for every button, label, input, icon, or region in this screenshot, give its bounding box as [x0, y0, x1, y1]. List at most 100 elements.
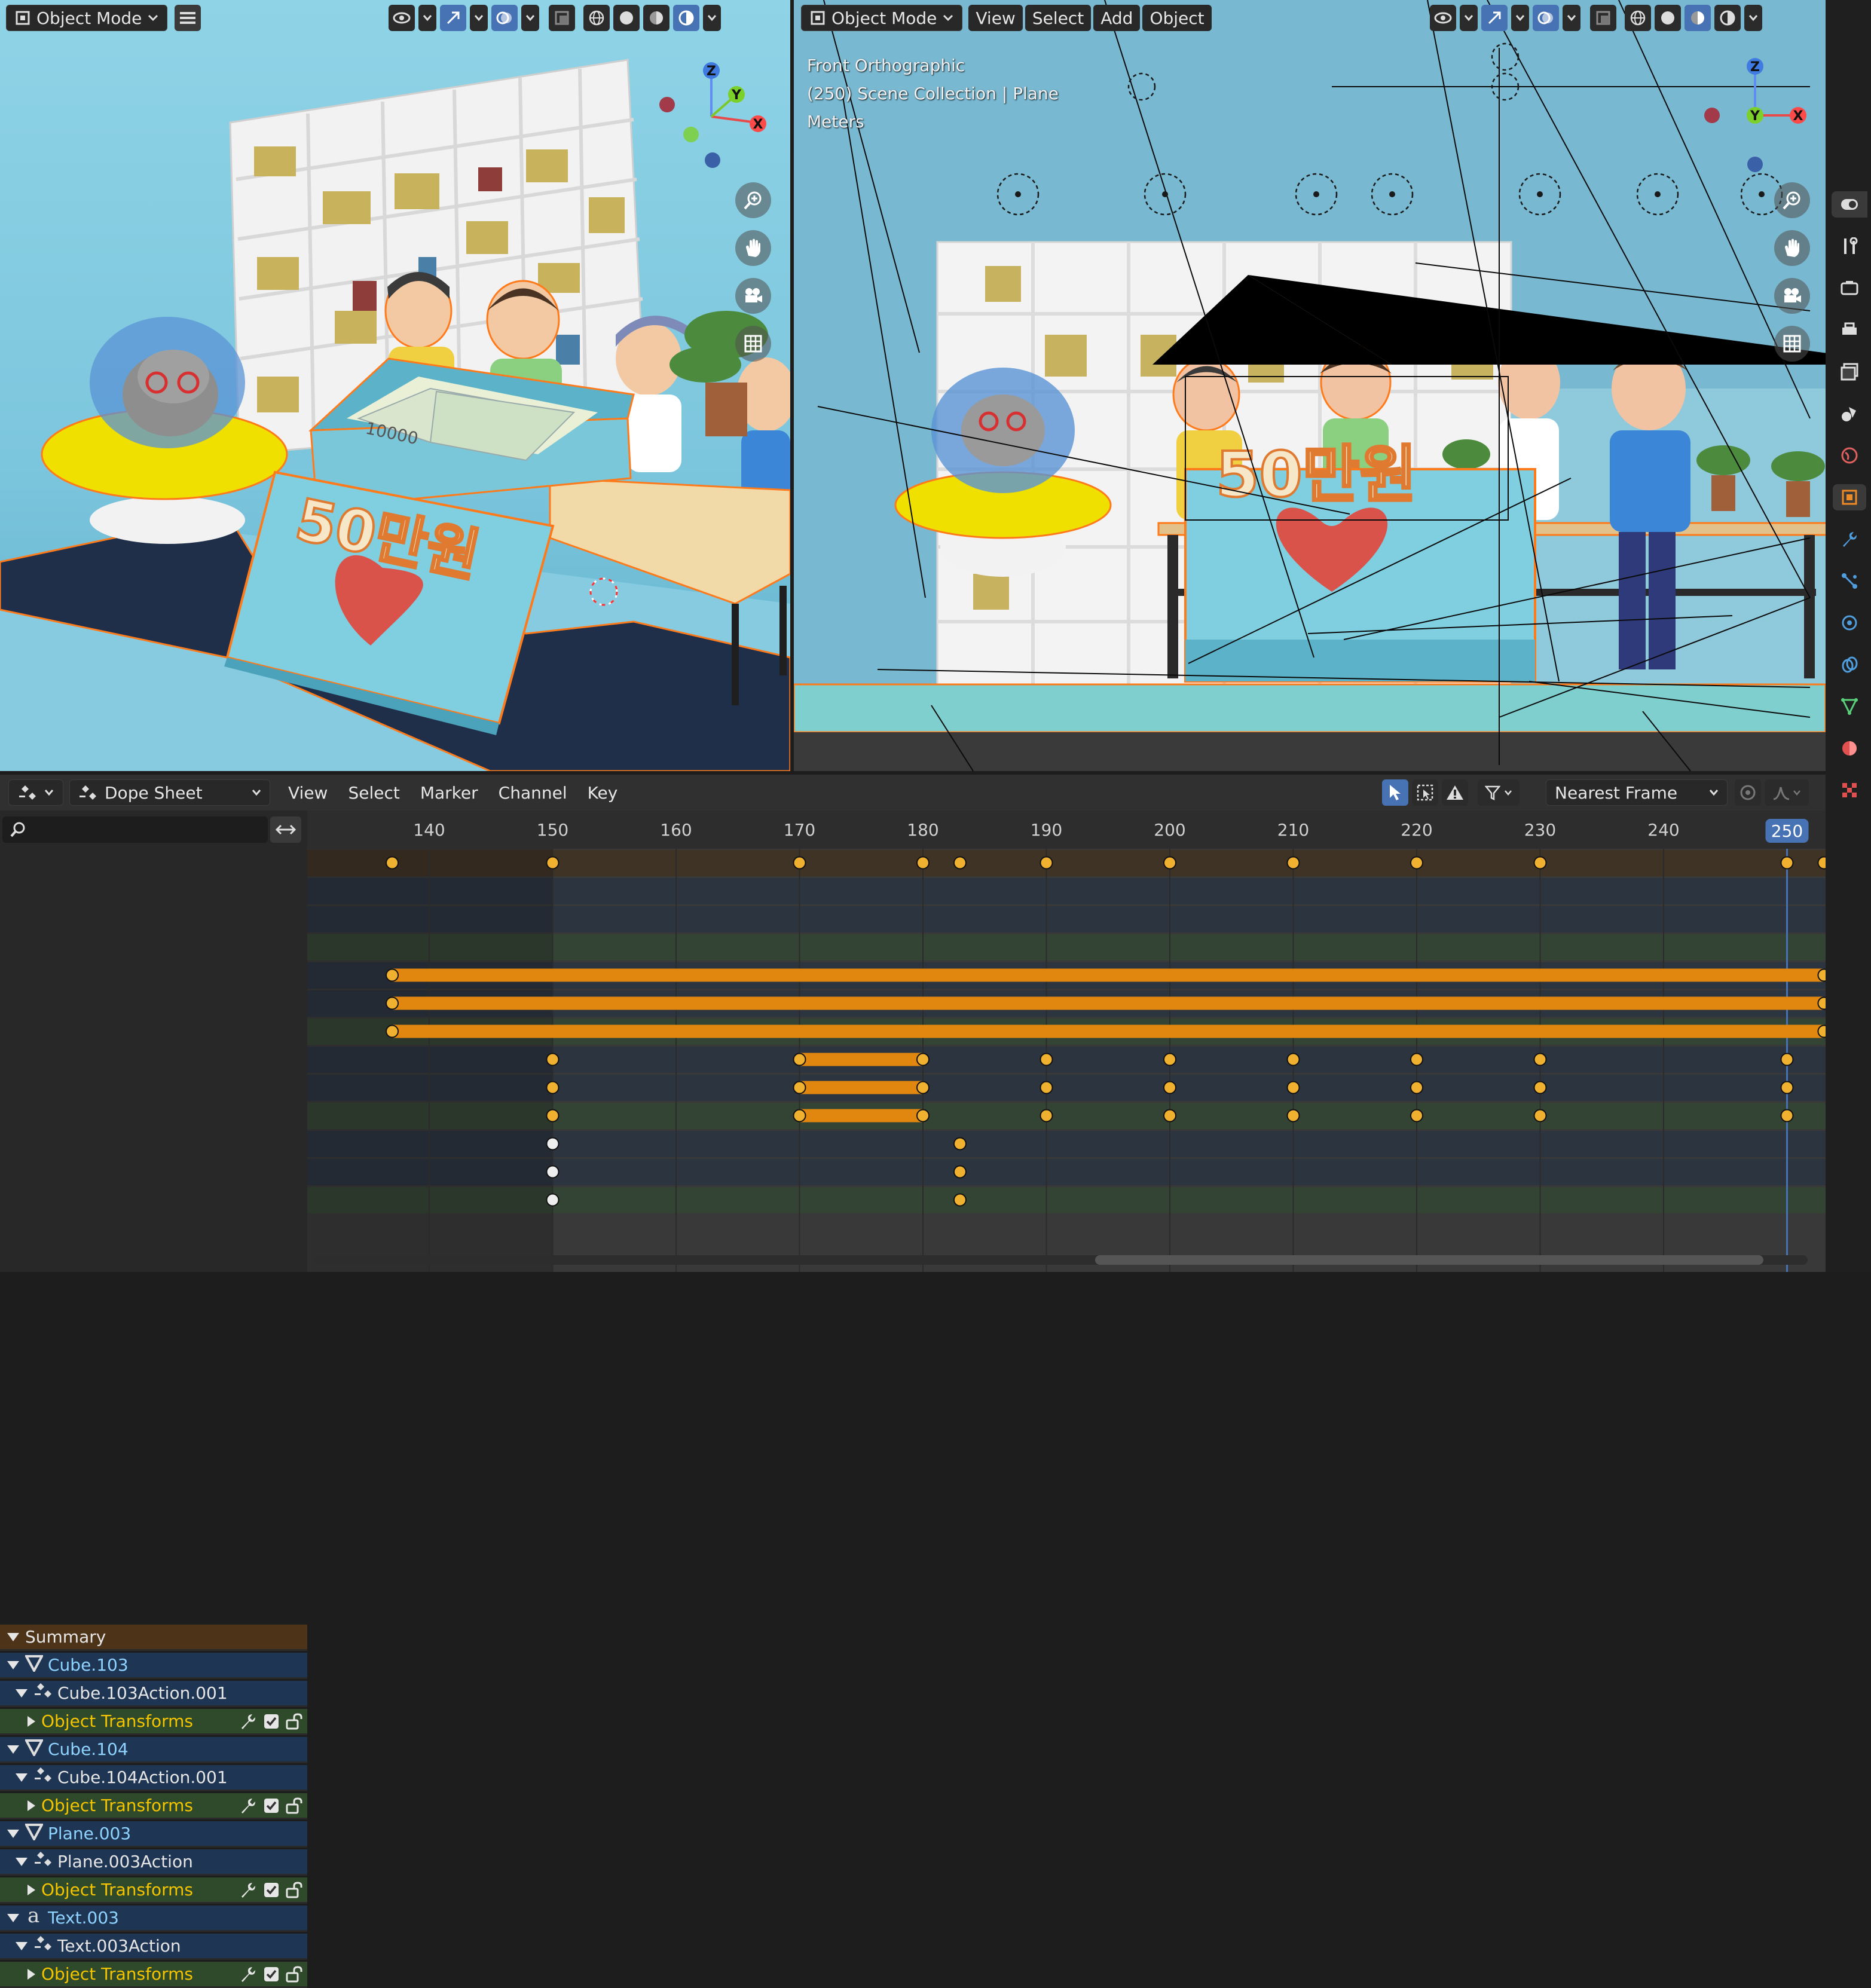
checkbox-icon[interactable]: [263, 1966, 280, 1983]
keyframe[interactable]: [1286, 1109, 1300, 1123]
checkbox-icon[interactable]: [263, 1713, 280, 1730]
pan-button[interactable]: [735, 230, 771, 266]
zoom-button[interactable]: [735, 182, 771, 218]
channel-row-object[interactable]: a Text.003: [0, 1904, 307, 1932]
visibility-dropdown[interactable]: [1460, 5, 1478, 31]
overlays-toggle[interactable]: [1533, 5, 1559, 31]
wrench-icon[interactable]: [239, 1797, 257, 1815]
camera-view-button[interactable]: [735, 278, 771, 314]
keyframe[interactable]: [1780, 1109, 1794, 1123]
collapse-arrow-icon[interactable]: [7, 1745, 19, 1754]
keyframe[interactable]: [1286, 856, 1300, 870]
falloff-dropdown[interactable]: [1765, 779, 1809, 806]
texture-tab[interactable]: [1836, 777, 1863, 803]
keyframe[interactable]: [1780, 1081, 1794, 1094]
navigation-gizmo[interactable]: Z X Y: [646, 54, 777, 173]
output-tab[interactable]: [1836, 317, 1863, 343]
keyframe[interactable]: [546, 1081, 560, 1094]
channel-row-action[interactable]: Cube.104Action.001: [0, 1765, 307, 1791]
menu-view[interactable]: View: [968, 5, 1023, 31]
wrench-icon[interactable]: [239, 1881, 257, 1899]
collapse-arrow-icon[interactable]: [7, 1660, 19, 1669]
ds-menu-key[interactable]: Key: [580, 783, 625, 803]
unlock-icon[interactable]: [286, 1797, 304, 1814]
keyframe[interactable]: [916, 1053, 930, 1066]
keyframe[interactable]: [1533, 1109, 1547, 1123]
editor-type-dropdown[interactable]: [8, 779, 63, 806]
channel-row-group[interactable]: Object Transforms: [0, 1793, 307, 1819]
xray-toggle[interactable]: [1590, 5, 1616, 31]
visibility-toggle[interactable]: [1430, 5, 1456, 31]
physics-tab[interactable]: [1836, 610, 1863, 636]
keyframe[interactable]: [793, 1053, 806, 1066]
keyframe[interactable]: [546, 1193, 560, 1207]
keyframe[interactable]: [546, 1053, 560, 1066]
channel-row-object[interactable]: Plane.003: [0, 1821, 307, 1848]
keyframe[interactable]: [793, 856, 806, 870]
expand-arrow-icon[interactable]: [27, 1800, 35, 1811]
wrench-icon[interactable]: [239, 1965, 257, 1983]
keyframe[interactable]: [916, 856, 930, 870]
keyframe[interactable]: [546, 1137, 560, 1151]
keyframe[interactable]: [1163, 1081, 1176, 1094]
ds-menu-channel[interactable]: Channel: [491, 783, 574, 803]
shading-material-button[interactable]: [1684, 5, 1711, 31]
keyframe[interactable]: [386, 996, 399, 1010]
ortho-toggle-button[interactable]: [1774, 326, 1810, 362]
shading-rendered-button[interactable]: [1714, 5, 1741, 31]
channel-row-object[interactable]: Cube.103: [0, 1653, 307, 1679]
checkbox-icon[interactable]: [263, 1797, 280, 1814]
gizmo-dropdown[interactable]: [1511, 5, 1529, 31]
keyframe[interactable]: [546, 1109, 560, 1123]
keyframe[interactable]: [793, 1081, 806, 1094]
keyframe[interactable]: [546, 1165, 560, 1179]
shading-material-button[interactable]: [643, 5, 669, 31]
keyframe[interactable]: [953, 1193, 967, 1207]
object-mode-dropdown[interactable]: Object Mode: [6, 5, 168, 31]
right-viewport[interactable]: 50만원 Object Mode View Select Add Object …: [794, 0, 1826, 771]
menu-object[interactable]: Object: [1142, 5, 1212, 31]
keyframe[interactable]: [1040, 1081, 1053, 1094]
keyframe[interactable]: [1410, 1109, 1423, 1123]
keyframe[interactable]: [1163, 856, 1176, 870]
channel-row-group[interactable]: Object Transforms: [0, 1962, 307, 1988]
keyframe[interactable]: [1817, 968, 1826, 982]
zoom-button[interactable]: [1774, 182, 1810, 218]
navigation-gizmo-right[interactable]: Z X Y: [1679, 51, 1822, 182]
overlays-dropdown[interactable]: [1563, 5, 1580, 31]
only-selected-toggle[interactable]: [1382, 779, 1408, 806]
modifier-tab[interactable]: [1836, 526, 1863, 552]
keyframe[interactable]: [1780, 856, 1794, 870]
checkbox-icon[interactable]: [263, 1882, 280, 1898]
left-viewport[interactable]: 10000 50만원 Object Mode Z X Y: [0, 0, 790, 771]
gizmo-dropdown[interactable]: [470, 5, 488, 31]
overlays-dropdown[interactable]: [521, 5, 539, 31]
only-errors-toggle[interactable]: [1442, 779, 1468, 806]
scene-tab[interactable]: [1836, 400, 1863, 427]
pan-button[interactable]: [1774, 230, 1810, 266]
shading-dropdown[interactable]: [1744, 5, 1762, 31]
dopesheet-editor[interactable]: Dope Sheet View Select Marker Channel Ke…: [0, 775, 1826, 1988]
unlock-icon[interactable]: [286, 1712, 304, 1730]
keyframe[interactable]: [916, 1081, 930, 1094]
keyframe[interactable]: [1040, 1109, 1053, 1123]
particles-tab[interactable]: [1836, 568, 1863, 594]
hold-bar[interactable]: [799, 1053, 924, 1066]
channel-row-action[interactable]: Text.003Action: [0, 1934, 307, 1960]
keyframe[interactable]: [953, 1165, 967, 1179]
keyframe[interactable]: [1410, 856, 1423, 870]
keyframe[interactable]: [386, 1024, 399, 1038]
keyframe[interactable]: [1286, 1081, 1300, 1094]
keyframe[interactable]: [1410, 1053, 1423, 1066]
keyframe[interactable]: [1040, 856, 1053, 870]
expand-arrow-icon[interactable]: [27, 1715, 35, 1727]
swap-filter-button[interactable]: [270, 816, 301, 843]
keyframe[interactable]: [916, 1109, 930, 1123]
expand-arrow-icon[interactable]: [27, 1968, 35, 1980]
tool-tab[interactable]: [1832, 191, 1867, 218]
ortho-toggle-button[interactable]: [735, 326, 771, 362]
keyframe[interactable]: [386, 856, 399, 870]
keyframe[interactable]: [1817, 996, 1826, 1010]
keyframe[interactable]: [953, 1137, 967, 1151]
channel-search-input[interactable]: [31, 820, 249, 839]
